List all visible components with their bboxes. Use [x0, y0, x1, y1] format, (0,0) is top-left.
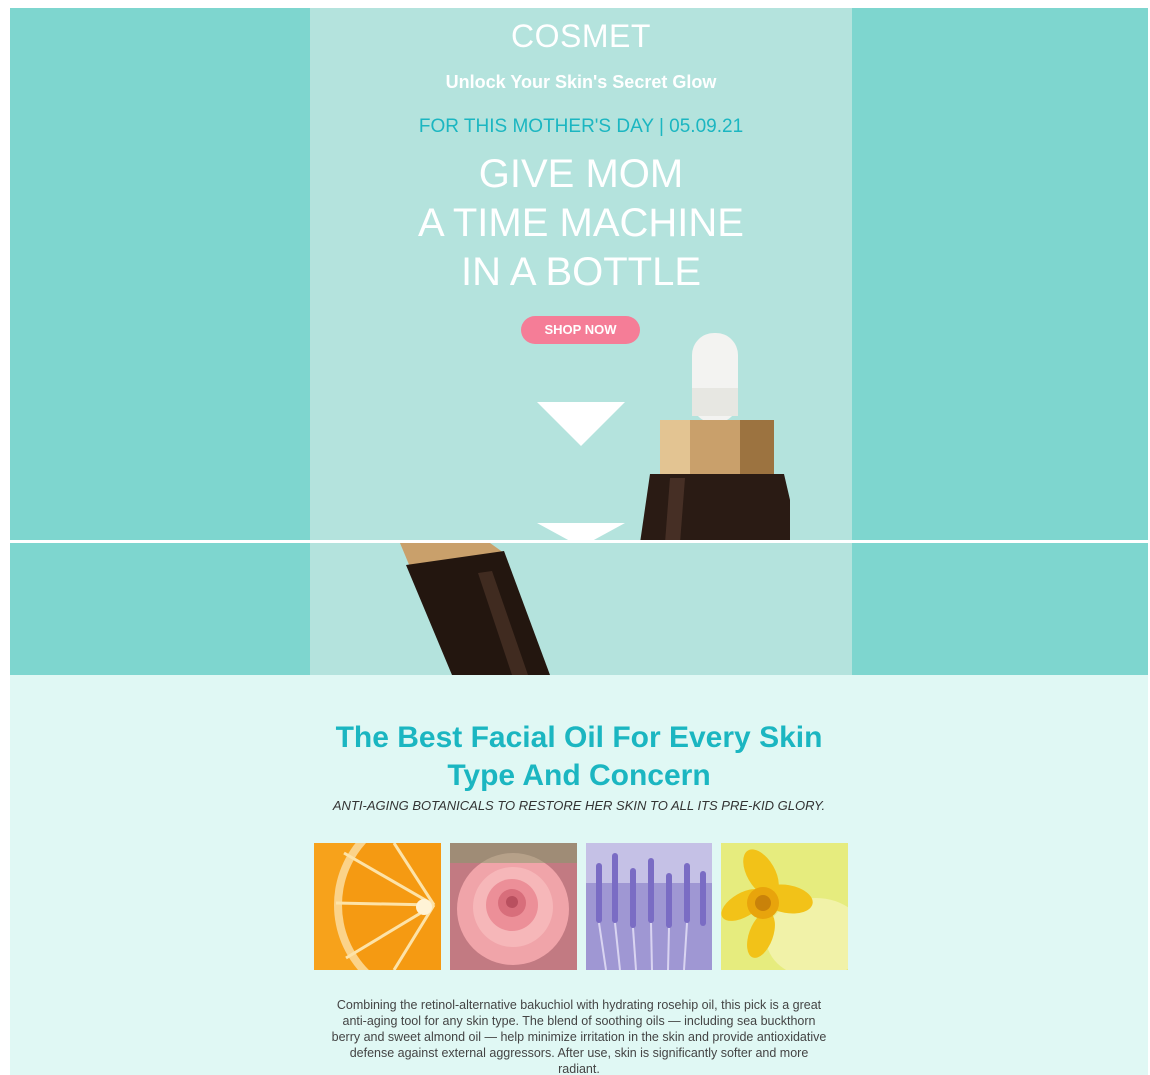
orange-slice-image: [314, 843, 441, 970]
arrow-down-icon: [537, 402, 625, 446]
serum-bottle-image: [400, 543, 550, 675]
lavender-image: [585, 843, 713, 970]
headline-line: GIVE MOM: [478, 152, 684, 196]
headline-line: IN A BOTTLE: [460, 250, 702, 294]
headline-line: A TIME MACHINE: [418, 201, 744, 245]
hero-panel: COSMET Unlock Your Skin's Secret Glow FO…: [310, 8, 852, 540]
content-section: The Best Facial Oil For Every Skin Type …: [10, 675, 1148, 1075]
hero-panel-lower: [310, 543, 852, 675]
brand-logo: COSMET: [511, 18, 651, 54]
title-line: The Best Facial Oil For Every Skin: [335, 721, 823, 754]
title-line: Type And Concern: [447, 759, 711, 792]
daffodil-image: [721, 843, 848, 970]
serum-bottle-image: [640, 333, 790, 540]
arrow-down-icon: [537, 523, 625, 540]
pink-rose-image: [449, 843, 577, 970]
hero-headline: GIVE MOM A TIME MACHINE IN A BOTTLE: [310, 150, 852, 297]
section-subtitle: ANTI-AGING BOTANICALS TO RESTORE HER SKI…: [332, 798, 826, 813]
section-title: The Best Facial Oil For Every Skin Type …: [310, 719, 848, 795]
product-description: Combining the retinol-alternative bakuch…: [331, 998, 827, 1075]
shop-now-button[interactable]: SHOP NOW: [521, 316, 640, 344]
hero-tagline: Unlock Your Skin's Secret Glow: [445, 72, 717, 92]
ingredient-gallery: [314, 843, 848, 970]
promo-text: FOR THIS MOTHER'S DAY | 05.09.21: [418, 116, 744, 137]
